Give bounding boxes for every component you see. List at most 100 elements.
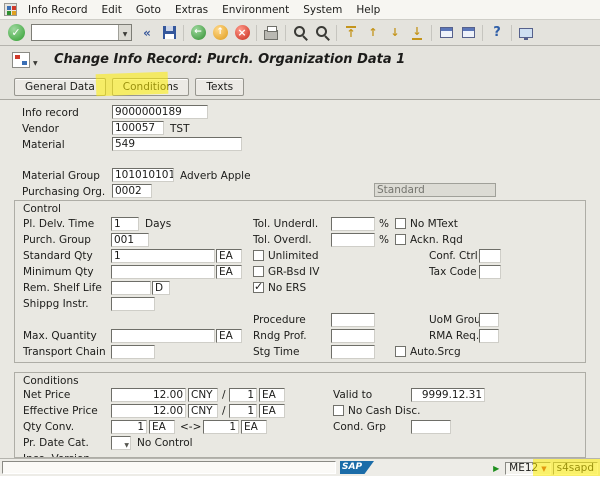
toolbar-separator: [431, 24, 432, 41]
label-procedure: Procedure: [253, 314, 306, 326]
status-system-segment: s4sapd: [552, 461, 598, 475]
tab-conditions[interactable]: Conditions: [111, 77, 190, 96]
toolbar-separator: [285, 24, 286, 41]
enter-button[interactable]: [6, 23, 26, 43]
field-pl-delv-time[interactable]: 1: [111, 217, 139, 231]
first-page-button[interactable]: [341, 23, 361, 43]
field-effective-price-unit[interactable]: EA: [259, 404, 285, 418]
field-rndg-prof[interactable]: [331, 329, 375, 343]
tab-general-data[interactable]: General Data: [14, 77, 106, 96]
field-qty-conv-unit-2[interactable]: EA: [241, 420, 267, 434]
find-button[interactable]: [290, 23, 310, 43]
label-net-price: Net Price: [23, 389, 71, 401]
field-purch-group[interactable]: 001: [111, 233, 149, 247]
field-cond-grp[interactable]: [411, 420, 451, 434]
field-shippg-instr[interactable]: [111, 297, 155, 311]
status-expand-icon[interactable]: [490, 462, 502, 474]
field-material[interactable]: 549: [112, 137, 242, 151]
label-gr-bsd-iv: GR-Bsd IV: [268, 266, 320, 278]
checkbox-no-ers[interactable]: [253, 280, 264, 293]
field-qty-conv-unit-1[interactable]: EA: [149, 420, 175, 434]
services-for-object-button[interactable]: [12, 52, 30, 68]
page-down-button[interactable]: [385, 23, 405, 43]
checkbox-auto-srcg[interactable]: [395, 346, 406, 357]
checkbox-unlimited[interactable]: [253, 250, 264, 261]
tab-texts[interactable]: Texts: [195, 77, 245, 96]
field-purchasing-org[interactable]: 0002: [112, 184, 152, 198]
menu-info-record[interactable]: Info Record: [21, 0, 95, 20]
field-transport-chain[interactable]: [111, 345, 155, 359]
command-field[interactable]: [32, 25, 118, 40]
customize-layout-button[interactable]: [516, 23, 536, 43]
field-effective-price[interactable]: 12.00: [111, 404, 186, 418]
field-valid-to[interactable]: 9999.12.31: [411, 388, 485, 402]
toolbar-separator: [256, 24, 257, 41]
page-up-button[interactable]: [363, 23, 383, 43]
exit-button[interactable]: [210, 23, 230, 43]
label-auto-srcg: Auto.Srcg: [410, 346, 461, 358]
command-field-dropdown-icon[interactable]: [118, 25, 131, 40]
menu-edit[interactable]: Edit: [95, 0, 129, 20]
field-net-price[interactable]: 12.00: [111, 388, 186, 402]
field-net-price-unit[interactable]: EA: [259, 388, 285, 402]
field-tax-code[interactable]: [479, 265, 501, 279]
label-ackn-rqd: Ackn. Rqd: [410, 234, 463, 246]
field-stg-time[interactable]: [331, 345, 375, 359]
menu-help[interactable]: Help: [349, 0, 387, 20]
sap-window-menu-icon[interactable]: [4, 3, 17, 16]
status-transaction: ME12: [509, 462, 539, 474]
status-transaction-segment[interactable]: ME12: [505, 461, 551, 475]
menu-system[interactable]: System: [296, 0, 349, 20]
field-tol-overdl[interactable]: [331, 233, 375, 247]
field-material-group[interactable]: 101010101: [112, 168, 174, 182]
services-for-object-dropdown-icon[interactable]: [33, 56, 38, 68]
field-uom-group[interactable]: [479, 313, 499, 327]
status-message-field: [2, 461, 336, 474]
application-toolbar: General Data Conditions Texts: [0, 74, 600, 100]
field-minimum-qty-unit[interactable]: EA: [216, 265, 242, 279]
field-rma-req[interactable]: [479, 329, 499, 343]
last-page-button[interactable]: [407, 23, 427, 43]
field-effective-price-qty[interactable]: 1: [229, 404, 257, 418]
field-conf-ctrl[interactable]: [479, 249, 501, 263]
field-effective-price-currency[interactable]: CNY: [188, 404, 218, 418]
checkbox-ackn-rqd[interactable]: [395, 234, 406, 245]
checkbox-gr-bsd-iv[interactable]: [253, 266, 264, 277]
field-standard-qty-unit[interactable]: EA: [216, 249, 242, 263]
checkbox-no-cash-disc[interactable]: [333, 405, 344, 416]
field-minimum-qty[interactable]: [111, 265, 215, 279]
create-shortcut-button[interactable]: [458, 23, 478, 43]
field-rem-shelf-life[interactable]: [111, 281, 151, 295]
find-next-button[interactable]: [312, 23, 332, 43]
back-button[interactable]: [188, 23, 208, 43]
field-tol-underdl[interactable]: [331, 217, 375, 231]
field-vendor[interactable]: 100057: [112, 121, 164, 135]
status-field-dropdown-icon[interactable]: [541, 462, 546, 475]
field-net-price-qty[interactable]: 1: [229, 388, 257, 402]
cancel-button[interactable]: [232, 23, 252, 43]
help-button[interactable]: [487, 23, 507, 43]
label-effective-price: Effective Price: [23, 405, 98, 417]
field-info-record[interactable]: 9000000189: [112, 105, 208, 119]
new-session-button[interactable]: [436, 23, 456, 43]
menu-extras[interactable]: Extras: [168, 0, 215, 20]
save-button[interactable]: [159, 23, 179, 43]
field-rem-shelf-life-unit[interactable]: D: [152, 281, 170, 295]
label-purch-group: Purch. Group: [23, 234, 91, 246]
group-box-control: Control Pl. Delv. Time 1 Days Tol. Under…: [14, 200, 586, 363]
field-max-quantity-unit[interactable]: EA: [216, 329, 242, 343]
field-net-price-currency[interactable]: CNY: [188, 388, 218, 402]
checkbox-no-mtext[interactable]: [395, 218, 406, 229]
menu-environment[interactable]: Environment: [215, 0, 296, 20]
label-pl-delv-time: Pl. Delv. Time: [23, 218, 95, 230]
field-procedure[interactable]: [331, 313, 375, 327]
menu-goto[interactable]: Goto: [129, 0, 168, 20]
print-button[interactable]: [261, 23, 281, 43]
field-pr-date-cat[interactable]: [111, 436, 131, 450]
field-max-quantity[interactable]: [111, 329, 215, 343]
text-qty-conv-arrow: <->: [180, 421, 202, 433]
field-standard-qty[interactable]: 1: [111, 249, 215, 263]
field-qty-conv-1[interactable]: 1: [111, 420, 147, 434]
field-qty-conv-2[interactable]: 1: [203, 420, 239, 434]
collapse-command-icon[interactable]: [137, 23, 157, 43]
